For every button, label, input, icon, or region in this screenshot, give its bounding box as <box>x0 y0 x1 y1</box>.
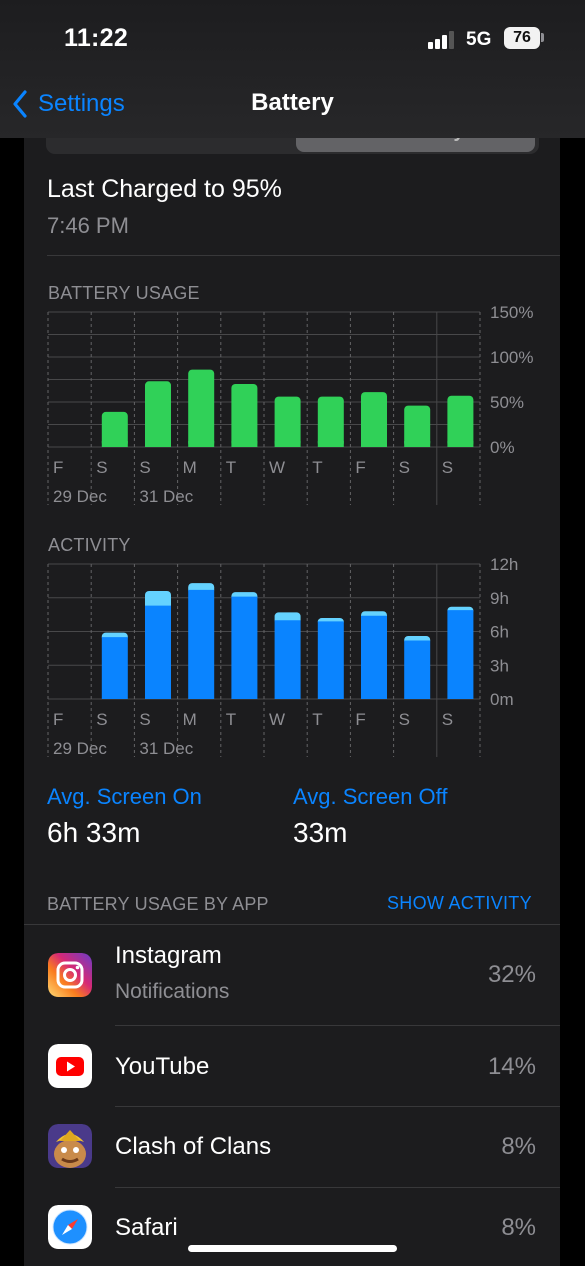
avg-screen-off-value: 33m <box>293 817 348 848</box>
bar <box>231 384 258 447</box>
x-tick-label: S <box>399 710 410 729</box>
app-name: Instagram <box>115 942 222 969</box>
x-tick-label: F <box>53 710 63 729</box>
x-tick-label: S <box>96 710 107 729</box>
page-title: Battery <box>251 89 334 116</box>
battery-usage-chart: 150% 100% 50% 0% F S S M T W T F S S 29 Dec 31 Dec <box>0 300 585 515</box>
app-name: YouTube <box>115 1053 210 1080</box>
y-tick-label: 50% <box>490 393 524 412</box>
bar-screen-on <box>447 610 474 699</box>
bar <box>404 405 431 447</box>
bar-screen-on <box>101 637 128 699</box>
chart-svg: 150% 100% 50% 0% F S S M T W T F S S 29 Dec 31 Dec <box>47 303 533 506</box>
status-time: 11:22 <box>64 24 129 52</box>
bar-screen-on <box>274 620 301 699</box>
x-tick-label: F <box>355 458 365 477</box>
avg-screen-off-label: Avg. Screen Off <box>293 784 448 809</box>
app-percent: 14% <box>487 1053 536 1080</box>
battery-nub <box>541 33 544 42</box>
date-label: 31 Dec <box>139 487 193 506</box>
x-tick-label: S <box>399 458 410 477</box>
date-label: 29 Dec <box>53 487 107 506</box>
activity-chart: 12h 9h 6h 3h 0m F S S M T W T F S S 29 Dec 31 Dec <box>0 552 585 767</box>
date-label: 29 Dec <box>53 739 107 758</box>
home-indicator <box>188 1245 397 1252</box>
date-label: 31 Dec <box>139 739 193 758</box>
x-tick-label: M <box>183 458 197 477</box>
x-tick-label: S <box>442 458 453 477</box>
safari-icon <box>48 1205 92 1249</box>
battery-icon: 76 <box>504 27 540 49</box>
bar <box>188 369 215 447</box>
bar-base <box>447 441 474 447</box>
bar-screen-on <box>188 589 215 699</box>
app-row-clash-of-clans[interactable]: Clash of Clans 8% <box>24 1107 560 1187</box>
last-charged-time: 7:46 PM <box>47 213 129 238</box>
bar-screen-on <box>231 596 258 699</box>
avg-screen-on-value: 6h 33m <box>47 817 141 848</box>
divider <box>47 255 560 256</box>
x-tick-label: S <box>96 458 107 477</box>
y-tick-label: 9h <box>490 589 509 608</box>
bar <box>447 395 474 447</box>
x-tick-label: F <box>53 458 63 477</box>
bar-base <box>231 441 258 447</box>
bar-screen-on <box>317 621 344 699</box>
network-type: 5G <box>466 29 492 50</box>
bar <box>274 396 301 447</box>
x-tick-label: S <box>442 710 453 729</box>
bar-screen-on <box>361 615 387 699</box>
bar-base <box>101 441 128 447</box>
app-percent: 8% <box>501 1133 536 1160</box>
clash-of-clans-icon <box>48 1124 92 1168</box>
x-tick-label: T <box>312 710 322 729</box>
bar <box>317 396 344 447</box>
x-tick-label: T <box>312 458 322 477</box>
youtube-icon <box>48 1044 92 1088</box>
chart-svg: 12h 9h 6h 3h 0m F S S M T W T F S S 29 Dec 31 Dec <box>47 555 518 758</box>
y-tick-label: 0% <box>490 438 515 457</box>
avg-screen-on-label: Avg. Screen On <box>47 784 202 809</box>
x-tick-label: S <box>139 710 150 729</box>
y-tick-label: 6h <box>490 623 509 642</box>
bar-base <box>361 441 387 447</box>
app-detail: Notifications <box>115 980 230 1003</box>
app-percent: 8% <box>501 1214 536 1241</box>
app-row-instagram[interactable]: Instagram Notifications 32% <box>24 926 560 1025</box>
app-name: Clash of Clans <box>115 1133 272 1160</box>
bar-base <box>274 441 301 447</box>
usage-by-app-label: BATTERY USAGE BY APP <box>47 894 269 914</box>
bar-base <box>404 441 431 447</box>
y-tick-label: 12h <box>490 555 518 574</box>
bar <box>361 392 387 447</box>
y-tick-label: 0m <box>490 690 514 709</box>
bar-base <box>145 441 171 447</box>
last-charged-title: Last Charged to 95% <box>47 175 282 203</box>
app-percent: 32% <box>487 961 536 988</box>
instagram-icon <box>48 953 92 997</box>
y-tick-label: 150% <box>490 303 533 322</box>
x-tick-label: W <box>269 710 285 729</box>
bar-base <box>317 441 344 447</box>
app-row-safari[interactable]: Safari 8% <box>24 1188 560 1266</box>
x-tick-label: S <box>139 458 150 477</box>
navigation-bar: 11:22 5G 76 Settings Battery <box>0 0 585 138</box>
bar-screen-on <box>404 640 431 699</box>
bar <box>145 381 171 447</box>
y-tick-label: 3h <box>490 656 509 675</box>
bar-base <box>188 441 215 447</box>
app-name: Safari <box>115 1214 178 1241</box>
signal-bars-icon <box>428 31 454 49</box>
x-tick-label: F <box>355 710 365 729</box>
x-tick-label: W <box>269 458 285 477</box>
bar-screen-on <box>145 605 171 699</box>
show-activity-button[interactable]: SHOW ACTIVITY <box>387 893 532 914</box>
y-tick-label: 100% <box>490 348 533 367</box>
x-tick-label: T <box>226 710 236 729</box>
app-row-youtube[interactable]: YouTube 14% <box>24 1026 560 1106</box>
x-tick-label: T <box>226 458 236 477</box>
x-tick-label: M <box>183 710 197 729</box>
divider <box>24 924 560 925</box>
